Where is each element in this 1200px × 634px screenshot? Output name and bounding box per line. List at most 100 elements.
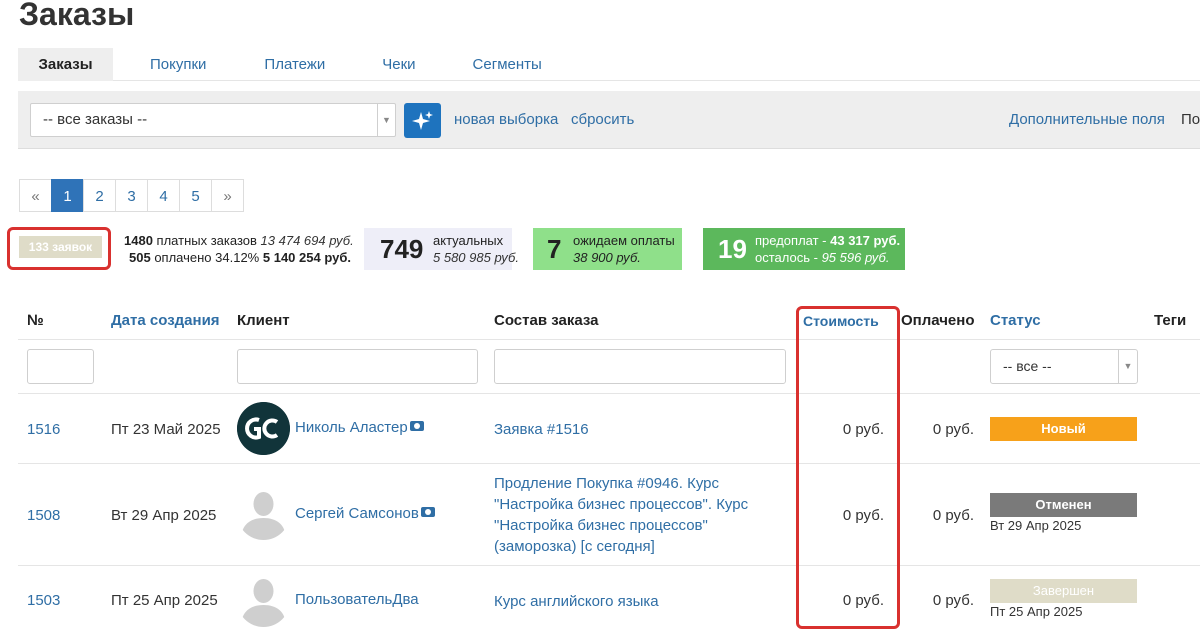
orders-preset-value: -- все заказы -- [43, 111, 148, 128]
filter-num-input[interactable] [27, 349, 94, 384]
actual-label: актуальных [433, 233, 504, 248]
pagination-page-3[interactable]: 3 [115, 179, 148, 212]
composition-line: "Настройка бизнес процессов". Курс [494, 496, 749, 513]
column-header-status[interactable]: Статус [990, 312, 1041, 329]
pagination-page-5[interactable]: 5 [179, 179, 212, 212]
filter-composition-input[interactable] [494, 349, 786, 384]
column-header-client: Клиент [237, 312, 290, 329]
composition-link[interactable]: Заявка #1516 [494, 419, 589, 440]
client-name-link[interactable]: Сергей Самсонов [295, 505, 435, 522]
order-paid: 0 руб. [932, 507, 974, 524]
extra-fields-link[interactable]: Дополнительные поля [1009, 111, 1165, 128]
tab-segments[interactable]: Сегменты [473, 48, 542, 81]
paid-done-sum: 5 140 254 руб. [262, 250, 351, 265]
order-cost: 0 руб. [842, 507, 884, 524]
pagination-page-2[interactable]: 2 [83, 179, 116, 212]
tabs-bar: Заказы Покупки Платежи Чеки Сегменты [18, 48, 1200, 81]
actual-count: 749 [380, 234, 424, 264]
page-title: Заказы [19, 0, 135, 32]
remaining-label: осталось - [755, 250, 818, 265]
pagination-next[interactable]: » [211, 179, 244, 212]
tab-purchases[interactable]: Покупки [150, 48, 206, 81]
status-date: Вт 29 Апр 2025 [990, 518, 1082, 533]
paid-done-count: 505 [129, 250, 151, 265]
new-selection-link[interactable]: новая выборка [454, 111, 558, 128]
paid-done-line[interactable]: 505 оплачено 34.12% 5 140 254 руб. [129, 250, 351, 265]
requests-badge[interactable]: 133 заявок [19, 236, 102, 258]
gc-logo-icon [237, 402, 290, 455]
avatar[interactable] [237, 402, 290, 455]
composition-line: Курс английского языка [494, 593, 659, 610]
status-badge: Новый [990, 417, 1137, 441]
actual-orders-card[interactable]: 749 актуальных 5 580 985 руб. [364, 228, 519, 270]
order-date: Вт 29 Апр 2025 [111, 507, 217, 524]
table-header-divider [18, 339, 1200, 340]
client-name: Николь Аластер [295, 419, 408, 436]
paid-done-label: оплачено 34.12% [154, 250, 260, 265]
order-paid: 0 руб. [932, 421, 974, 438]
tab-payments[interactable]: Платежи [264, 48, 325, 81]
row-divider [18, 393, 1200, 394]
truncated-link[interactable]: По [1181, 111, 1200, 128]
row-divider [18, 463, 1200, 464]
order-date: Пт 23 Май 2025 [111, 421, 221, 438]
tab-orders[interactable]: Заказы [18, 48, 113, 81]
sparkles-icon [411, 110, 433, 130]
reset-link[interactable]: сбросить [571, 111, 634, 128]
composition-line: "Настройка бизнес процессов" [494, 517, 708, 534]
column-header-cost[interactable]: Стоимость [803, 313, 879, 329]
waiting-payment-card[interactable]: 7 ожидаем оплаты 38 900 руб. [533, 228, 682, 270]
client-name-link[interactable]: Николь Аластер [295, 419, 424, 436]
column-header-composition: Состав заказа [494, 312, 599, 329]
avatar[interactable] [237, 487, 290, 540]
prepayments-card[interactable]: 19 предоплат - 43 317 руб. осталось - 95… [703, 228, 905, 270]
client-name-link[interactable]: ПользовательДва [295, 591, 419, 608]
waiting-count: 7 [547, 234, 562, 264]
chevron-down-icon: ▼ [377, 104, 395, 136]
client-name: Сергей Самсонов [295, 505, 419, 522]
paid-orders-count: 1480 [124, 233, 153, 248]
person-placeholder-icon [241, 579, 286, 627]
order-date: Пт 25 Апр 2025 [111, 592, 218, 609]
actual-sum: 5 580 985 руб. [433, 250, 519, 265]
ticket-icon [409, 421, 424, 431]
status-badge: Отменен [990, 493, 1137, 517]
tab-receipts[interactable]: Чеки [382, 48, 415, 81]
pagination-page-4[interactable]: 4 [147, 179, 180, 212]
composition-link[interactable]: Продление Покупка #0946. Курс "Настройка… [494, 473, 748, 557]
cost-column-highlight-outline [796, 306, 900, 629]
person-placeholder-icon [241, 492, 286, 540]
composition-line: Продление Покупка #0946. Курс [494, 475, 719, 492]
order-number-link[interactable]: 1508 [27, 507, 60, 524]
magic-filter-button[interactable] [404, 103, 441, 138]
ticket-icon [420, 507, 435, 517]
pagination-prev[interactable]: « [19, 179, 52, 212]
paid-orders-label: платных заказов [156, 233, 257, 248]
filter-client-input[interactable] [237, 349, 478, 384]
order-cost: 0 руб. [842, 421, 884, 438]
filter-status-select[interactable]: -- все -- ▼ [990, 349, 1138, 384]
filter-status-value: -- все -- [1003, 358, 1052, 374]
orders-preset-select[interactable]: -- все заказы -- ▼ [30, 103, 396, 137]
waiting-label: ожидаем оплаты [573, 233, 675, 248]
chevron-down-icon: ▼ [1118, 350, 1137, 383]
paid-orders-sum: 13 474 694 руб. [260, 233, 354, 248]
prepay-sum: 43 317 руб. [830, 233, 901, 248]
pagination-page-1[interactable]: 1 [51, 179, 84, 212]
row-divider [18, 565, 1200, 566]
column-header-created[interactable]: Дата создания [111, 312, 220, 329]
prepay-count: 19 [718, 234, 747, 264]
order-number-link[interactable]: 1516 [27, 421, 60, 438]
paid-orders-line[interactable]: 1480 платных заказов 13 474 694 руб. [124, 233, 354, 248]
filter-bar: -- все заказы -- ▼ новая выборка сбросит… [18, 91, 1200, 149]
composition-link[interactable]: Курс английского языка [494, 591, 659, 612]
avatar[interactable] [237, 574, 290, 627]
remaining-sum: 95 596 руб. [821, 250, 890, 265]
waiting-sum: 38 900 руб. [573, 250, 641, 265]
status-badge: Завершен [990, 579, 1137, 603]
prepay-line: предоплат - 43 317 руб. [755, 233, 900, 248]
order-paid: 0 руб. [932, 592, 974, 609]
prepay-label: предоплат - [755, 233, 827, 248]
composition-line: (заморозка) [с сегодня] [494, 538, 655, 555]
order-number-link[interactable]: 1503 [27, 592, 60, 609]
